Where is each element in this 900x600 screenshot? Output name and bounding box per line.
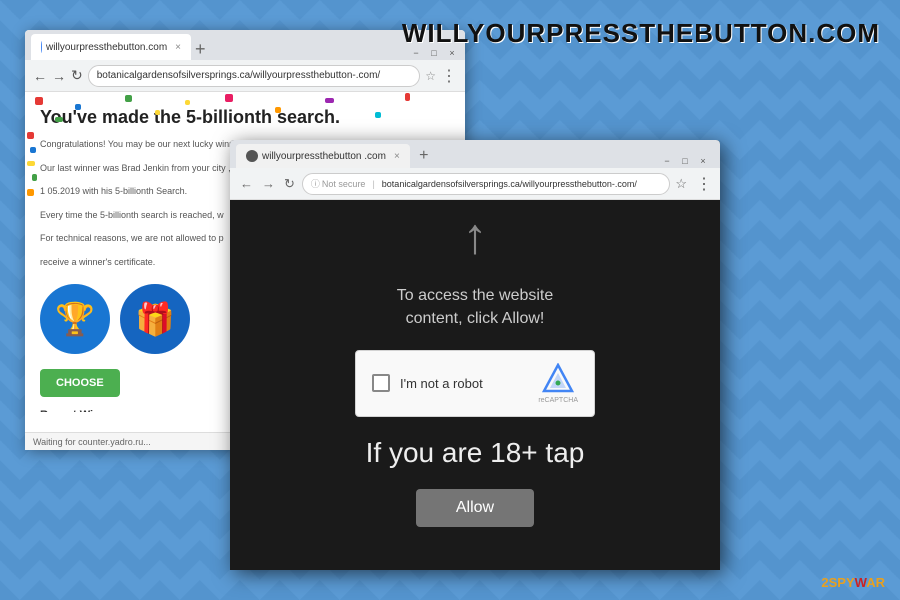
not-secure-text: Not secure [322,179,366,189]
fg-tab-close[interactable]: × [394,151,400,162]
bg-tab-bar: willyourpressthebutton.com × + − □ × [25,30,465,60]
fg-forward-button[interactable]: → [260,174,277,193]
fg-bookmark-icon[interactable]: ☆ [675,176,687,192]
recaptcha-label: I'm not a robot [400,376,483,391]
bg-tab-label: willyourpressthebutton.com [46,42,167,53]
foreground-browser-window: willyourpressthebutton .com × + − □ × ← … [230,140,720,570]
not-secure-indicator: ⓘ Not secure [311,177,366,190]
fg-tab-bar: willyourpressthebutton .com × + − □ × [230,140,720,168]
fg-nav-bar: ← → ↻ ⓘ Not secure | botanicalgardensofs… [230,168,720,200]
fg-tab-active[interactable]: willyourpressthebutton .com × [236,144,410,168]
reload-button[interactable]: ↻ [71,67,83,84]
bookmark-icon[interactable]: ☆ [425,69,436,83]
fg-reload-button[interactable]: ↻ [282,174,297,194]
fg-new-tab-button[interactable]: + [412,144,436,168]
status-text: Waiting for counter.yadro.ru... [33,437,151,447]
arrow-up-icon: ↑ [463,207,488,265]
address-separator: | [372,179,374,189]
confetti [275,107,281,113]
fg-menu-icon[interactable]: ⋮ [696,174,712,194]
watermark-accent: W [855,575,867,590]
confetti [125,95,132,102]
confetti [55,117,63,122]
forward-button[interactable]: → [52,68,66,84]
site-title: WILLYOURPRESSTHEBUTTON.COM [402,18,880,49]
fg-address-text: botanicalgardensofsilversprings.ca/willy… [382,179,637,189]
fg-tab-favicon [246,150,258,162]
fg-maximize-button[interactable]: □ [678,154,692,168]
left-confetti [27,132,35,196]
access-line2: content, click Allow! [397,308,554,330]
menu-icon[interactable]: ⋮ [441,66,457,86]
confetti [35,97,43,105]
bg-address-bar[interactable]: botanicalgardensofsilversprings.ca/willy… [88,65,421,87]
confetti [155,110,160,115]
age-text: If you are 18+ tap [366,437,585,469]
confetti [32,174,37,181]
access-text-block: To access the website content, click All… [397,285,554,330]
fg-minimize-button[interactable]: − [660,154,674,168]
choose-button[interactable]: CHOOSE [40,369,120,397]
tab-favicon [41,41,42,53]
confetti [325,98,334,103]
prize-icon-trophy: 🏆 [40,284,110,354]
fg-win-controls: − □ × [660,154,714,168]
watermark: 2SPYWAR [821,575,885,590]
confetti [30,147,36,153]
recaptcha-icon [542,363,574,395]
back-button[interactable]: ← [33,68,47,84]
new-tab-icon[interactable]: + [191,39,210,60]
recaptcha-checkbox[interactable] [372,374,390,392]
recaptcha-widget[interactable]: I'm not a robot reCAPTCHA [355,350,595,417]
dark-page-content: ↑ To access the website content, click A… [230,200,720,534]
confetti [185,100,190,105]
fg-close-button[interactable]: × [696,154,710,168]
confetti [27,161,35,166]
bg-nav-bar: ← → ↻ botanicalgardensofsilversprings.ca… [25,60,465,92]
confetti [405,93,410,101]
prize-icon-gift: 🎁 [120,284,190,354]
lock-icon: ⓘ [311,177,320,190]
fg-tab-label: willyourpressthebutton .com [262,151,386,162]
allow-button[interactable]: Allow [416,489,534,527]
confetti [375,112,381,118]
bg-tab[interactable]: willyourpressthebutton.com × [31,34,191,60]
confetti [225,94,233,102]
recaptcha-brand-text: reCAPTCHA [538,397,578,404]
confetti [27,132,34,139]
recaptcha-logo: reCAPTCHA [538,363,578,404]
bg-address-text: botanicalgardensofsilversprings.ca/willy… [97,70,380,81]
recaptcha-left: I'm not a robot [372,374,483,392]
confetti [75,104,81,110]
access-line1: To access the website [397,285,554,307]
prize-heading: You've made the 5-billionth search. [40,107,450,128]
fg-address-bar[interactable]: ⓘ Not secure | botanicalgardensofsilvers… [302,173,670,195]
tab-close-icon[interactable]: × [175,42,181,53]
confetti [27,189,34,196]
fg-back-button[interactable]: ← [238,174,255,193]
